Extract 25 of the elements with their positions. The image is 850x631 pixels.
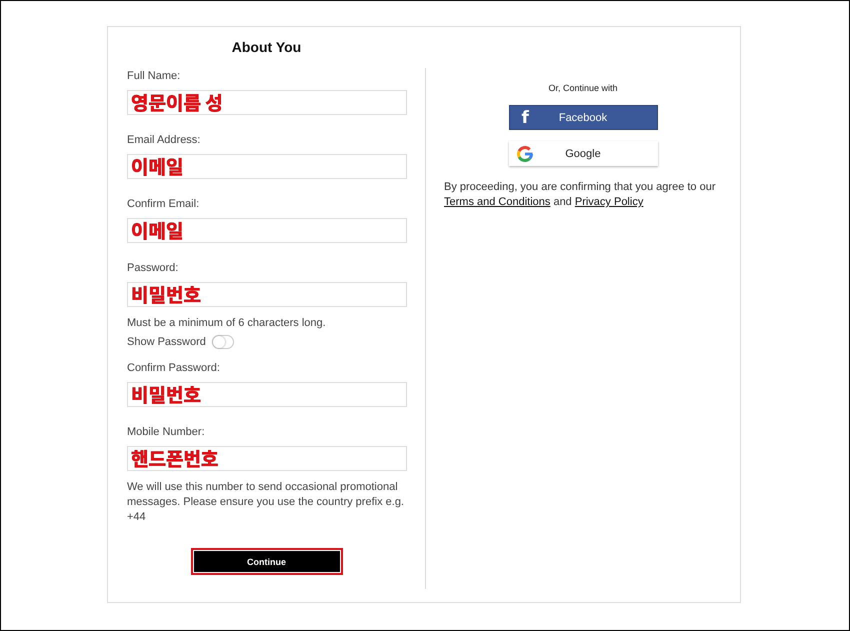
field-label: Password: xyxy=(127,262,178,275)
legal-text: By proceeding, you are confirming that you agree to our Terms and Conditions and Privacy Policy xyxy=(444,180,716,210)
terms-link[interactable]: Terms and Conditions xyxy=(444,196,550,208)
input-field[interactable]: 핸드폰번호 xyxy=(127,446,407,471)
input-field[interactable]: 비밀번호 xyxy=(127,382,407,407)
field-label: Confirm Password: xyxy=(127,362,220,375)
input-field[interactable]: 이메일 xyxy=(127,154,407,179)
field-label: Confirm Email: xyxy=(127,198,200,211)
input-field[interactable]: 영문이름 성 xyxy=(127,90,407,115)
multicolor-g-icon xyxy=(516,146,532,162)
hint-text: We will use this number to send occasional promotional messages. Please ensure you use the country prefix e.g. +44 xyxy=(127,480,405,525)
input-field[interactable]: 비밀번호 xyxy=(127,282,407,307)
field-label: Email Address: xyxy=(127,134,200,147)
continue-button[interactable]: Continue xyxy=(190,548,342,575)
toggle-switch[interactable] xyxy=(212,335,234,349)
hint-text: Must be a minimum of 6 characters long. xyxy=(127,316,327,331)
facebook-button[interactable]: f Facebook xyxy=(508,105,658,130)
form-title: About You xyxy=(230,39,302,55)
privacy-link[interactable]: Privacy Policy xyxy=(574,196,644,208)
toggle-label: Show Password xyxy=(127,336,206,348)
social-heading: Or, Continue with xyxy=(548,83,618,93)
field-label: Mobile Number: xyxy=(127,426,205,439)
google-button[interactable]: Google xyxy=(508,141,658,166)
field-label: Full Name: xyxy=(127,70,180,83)
input-field[interactable]: 이메일 xyxy=(127,218,407,243)
